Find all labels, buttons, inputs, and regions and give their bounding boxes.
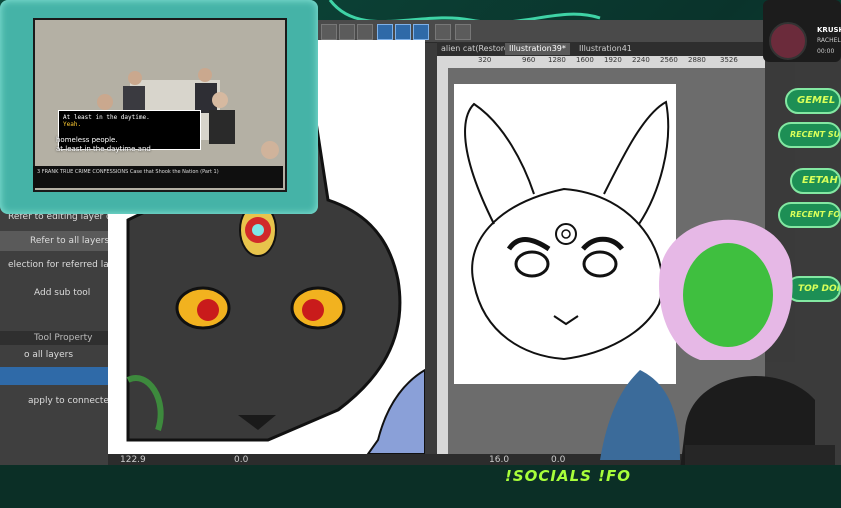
live-caption: homeless people. at least in the daytime…	[56, 136, 151, 154]
track-artist: RACHEL	[817, 37, 841, 44]
add-sub-tool-button[interactable]: Add sub tool	[0, 283, 108, 303]
tool-property-header: Tool Property	[0, 331, 108, 345]
ruler-tick: 2560	[660, 56, 678, 64]
track-time: 00:00	[817, 48, 835, 55]
ruler-tick: 2880	[688, 56, 706, 64]
phone-icon[interactable]	[435, 24, 451, 40]
tool-icon[interactable]	[321, 24, 337, 40]
vertical-ruler	[437, 56, 448, 454]
reference-icons[interactable]	[0, 367, 108, 385]
interrogation-room-scene	[35, 20, 285, 190]
tab-alien-cat[interactable]: alien cat(Restore	[437, 43, 513, 55]
video-title[interactable]: 3 FRANK TRUE CRIME CONFESSIONS Case that…	[37, 169, 219, 175]
refer-layers-option[interactable]: o all layers	[0, 345, 108, 365]
tab-illustration39[interactable]: Illustration39*	[505, 43, 570, 55]
sub-tool-panel: Refer to editing layer on Refer to all l…	[0, 205, 109, 465]
track-title: KRUSH	[817, 26, 841, 34]
ruler-tick: 960	[522, 56, 536, 64]
bottom-overlay-bar	[0, 465, 841, 508]
music-widget: KRUSH RACHEL 00:00	[763, 0, 841, 62]
stabilizer-icon[interactable]	[413, 24, 429, 40]
apply-connected-pixels-option[interactable]: apply to connected pixe	[0, 391, 108, 411]
ruler-tick: 3526	[720, 56, 738, 64]
ruler-tick: 1600	[576, 56, 594, 64]
tool-icon[interactable]	[357, 24, 373, 40]
album-art	[769, 22, 807, 60]
subtitle-line: At least in the daytime.	[63, 114, 150, 121]
caption-line: at least in the daytime and	[56, 145, 151, 153]
socials-command-ticker: !SOCIALS !FO	[505, 467, 632, 485]
caption-line: homeless people.	[56, 136, 118, 144]
ruler-tick: 320	[478, 56, 492, 64]
selection-referred-layer-option[interactable]: election for referred lay	[0, 255, 108, 275]
tool-icon[interactable]	[339, 24, 355, 40]
document-tabs: alien cat(Restore Illustration39* Illust…	[437, 42, 765, 56]
settings-icon[interactable]	[455, 24, 471, 40]
gemel-badge: GEMEL L	[785, 88, 841, 114]
ruler-tick: 2240	[632, 56, 650, 64]
stabilizer-icon[interactable]	[395, 24, 411, 40]
refer-all-layers-option[interactable]: Refer to all layers	[0, 231, 108, 251]
recent-subs-badge: RECENT SUBS	[778, 122, 841, 148]
horizontal-ruler: 320 960 1280 1600 1920 2240 2560 2880 35…	[448, 56, 765, 68]
vtuber-avatar	[600, 219, 835, 470]
eetah-badge: EETAH	[790, 168, 841, 194]
stabilizer-icon[interactable]	[377, 24, 393, 40]
ruler-tick: 1280	[548, 56, 566, 64]
subtitle-line: Yeah.	[63, 121, 82, 128]
tab-illustration41[interactable]: Illustration41	[575, 43, 636, 55]
video-info-bar: 3 FRANK TRUE CRIME CONFESSIONS Case that…	[33, 166, 283, 188]
ruler-tick: 1920	[604, 56, 622, 64]
